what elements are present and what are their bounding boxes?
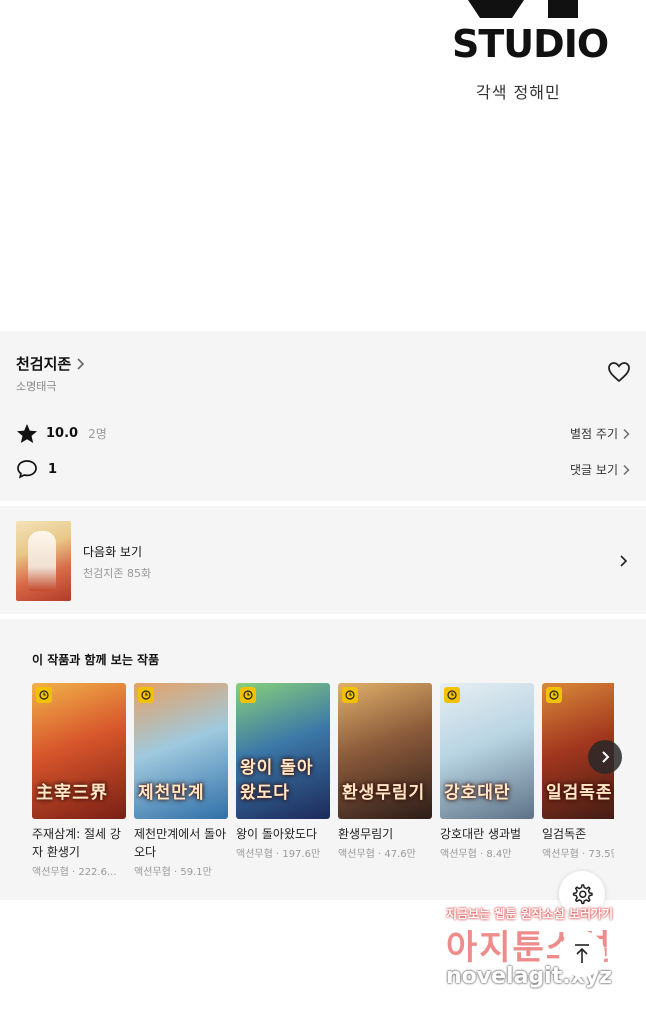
card-meta: 액션무협 · 197.6만 bbox=[236, 849, 321, 860]
recommendations-carousel: 主宰三界 주재삼계: 절세 강자 환생기 액션무협 · 222.6... 제천만… bbox=[32, 683, 614, 888]
chevron-right-icon bbox=[77, 357, 85, 370]
chevron-right-icon bbox=[602, 751, 610, 763]
rating-count: 2명 bbox=[88, 427, 107, 441]
cover-image: 제천만계 bbox=[134, 683, 228, 819]
recommendation-card[interactable]: 강호대란 강호대란 생과벌 액션무협 · 8.4만 bbox=[440, 683, 534, 860]
view-comments-label: 댓글 보기 bbox=[570, 463, 618, 477]
clock-icon bbox=[36, 687, 52, 703]
recommendations-section: 이 작품과 함께 보는 작품 主宰三界 주재삼계: 절세 강자 환생기 액션무협… bbox=[0, 619, 646, 900]
episode-end-image: STUDIO 각색 정해민 bbox=[0, 0, 646, 330]
work-title-link[interactable]: 천검지존 bbox=[16, 353, 85, 374]
rating-summary: 10.0 2명 bbox=[16, 423, 107, 444]
card-meta: 액션무협 · 8.4만 bbox=[440, 849, 512, 860]
comment-count: 1 bbox=[48, 461, 58, 477]
recommendation-card[interactable]: 제천만계 제천만계에서 돌아오다 액션무협 · 59.1만 bbox=[134, 683, 228, 878]
cover-title-art: 主宰三界 bbox=[36, 783, 108, 803]
clock-icon bbox=[342, 687, 358, 703]
card-meta: 액션무협 · 73.5만 bbox=[542, 849, 614, 860]
studio-logo-text: STUDIO bbox=[452, 22, 609, 66]
adaptation-credit: 각색 정해민 bbox=[476, 83, 561, 102]
clock-icon bbox=[138, 687, 154, 703]
chevron-right-icon bbox=[623, 428, 630, 439]
cover-image: 환생무림기 bbox=[338, 683, 432, 819]
gear-icon bbox=[572, 884, 593, 905]
work-author: 소명태극 bbox=[16, 380, 57, 393]
studio-logo-mark bbox=[468, 0, 578, 18]
cover-title-art: 제천만계 bbox=[138, 783, 205, 803]
chevron-right-icon bbox=[620, 555, 628, 567]
scroll-to-top-button[interactable] bbox=[559, 931, 605, 977]
card-title: 왕이 돌아왔도다 bbox=[236, 827, 318, 841]
rate-button-label: 별점 주기 bbox=[570, 427, 618, 441]
card-meta: 액션무협 · 47.6만 bbox=[338, 849, 416, 860]
next-episode-card[interactable]: 다음화 보기 천검지존 85화 bbox=[0, 506, 646, 614]
clock-icon bbox=[546, 687, 562, 703]
card-title: 주재삼계: 절세 강자 환생기 bbox=[32, 827, 121, 859]
card-title: 강호대란 생과벌 bbox=[440, 827, 522, 841]
chevron-right-icon bbox=[623, 464, 630, 475]
arrow-up-icon bbox=[575, 944, 589, 963]
next-episode-thumbnail bbox=[16, 521, 71, 601]
heart-icon[interactable] bbox=[607, 361, 631, 383]
comment-summary: 1 bbox=[16, 459, 57, 479]
card-title: 일검독존 bbox=[542, 827, 587, 841]
clock-icon bbox=[444, 687, 460, 703]
view-comments-button[interactable]: 댓글 보기 bbox=[570, 461, 630, 478]
cover-title-art: 일검독존 bbox=[546, 783, 613, 803]
card-meta: 액션무협 · 222.6... bbox=[32, 867, 117, 878]
recommendations-heading: 이 작품과 함께 보는 작품 bbox=[32, 653, 160, 667]
rate-button[interactable]: 별점 주기 bbox=[570, 425, 630, 442]
recommendation-card[interactable]: 主宰三界 주재삼계: 절세 강자 환생기 액션무협 · 222.6... bbox=[32, 683, 126, 878]
work-title: 천검지존 bbox=[16, 355, 72, 373]
comment-bubble-icon bbox=[17, 460, 37, 479]
recommendation-card[interactable]: 왕이 돌아왔도다 왕이 돌아왔도다 액션무협 · 197.6만 bbox=[236, 683, 330, 860]
next-episode-subtitle: 천검지존 85화 bbox=[83, 567, 152, 580]
card-title: 환생무림기 bbox=[338, 827, 394, 841]
rating-value: 10.0 bbox=[46, 426, 79, 441]
next-episode-label: 다음화 보기 bbox=[83, 545, 143, 559]
cover-image: 主宰三界 bbox=[32, 683, 126, 819]
card-meta: 액션무협 · 59.1만 bbox=[134, 867, 212, 878]
carousel-next-button[interactable] bbox=[588, 740, 622, 774]
cover-title-art: 왕이 돌아왔도다 bbox=[240, 758, 314, 803]
recommendation-card[interactable]: 환생무림기 환생무림기 액션무협 · 47.6만 bbox=[338, 683, 432, 860]
cover-title-art: 강호대란 bbox=[444, 783, 511, 803]
work-info-panel: 천검지존 소명태극 10.0 2명 별점 주기 1 댓글 보기 bbox=[0, 331, 646, 501]
cover-title-art: 환생무림기 bbox=[342, 783, 426, 803]
cover-image: 강호대란 bbox=[440, 683, 534, 819]
clock-icon bbox=[240, 687, 256, 703]
card-title: 제천만계에서 돌아오다 bbox=[134, 827, 227, 859]
cover-image: 왕이 돌아왔도다 bbox=[236, 683, 330, 819]
star-icon bbox=[17, 424, 37, 443]
